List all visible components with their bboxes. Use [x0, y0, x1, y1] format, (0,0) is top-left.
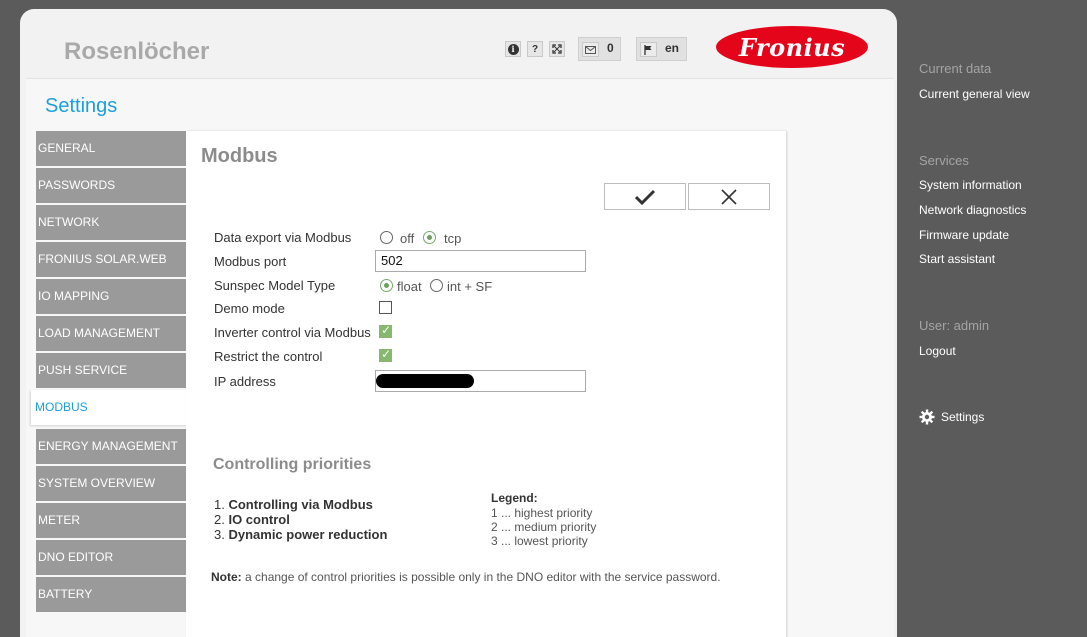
priority-label-2: IO control — [228, 512, 290, 527]
modbus-port-input[interactable]: 502 — [375, 250, 586, 272]
content-panel: Modbus Data export via Modbus off tcp Mo… — [186, 131, 786, 637]
language-button[interactable]: en — [636, 37, 687, 61]
legend-item-1: 1 ... highest priority — [491, 506, 593, 520]
priority-num-3: 3. — [214, 527, 225, 542]
menu-item-load-management[interactable]: LOAD MANAGEMENT — [36, 316, 186, 351]
page-title: Modbus — [201, 145, 278, 167]
device-name: Rosenlöcher — [64, 38, 210, 65]
demo-mode-label: Demo mode — [214, 301, 285, 316]
demo-mode-checkbox[interactable] — [379, 301, 392, 314]
fronius-logo: Fronius — [716, 26, 868, 68]
language-label: en — [665, 41, 680, 55]
messages-button[interactable]: 0 — [578, 37, 621, 61]
settings-title: Settings — [45, 95, 118, 117]
menu-item-energy-management[interactable]: ENERGY MANAGEMENT — [36, 429, 186, 464]
note-label: Note: — [211, 570, 242, 584]
restrict-control-label: Restrict the control — [214, 349, 323, 364]
note-text: a change of control priorities is possib… — [241, 570, 721, 584]
checkmark-icon — [634, 189, 656, 205]
sunspec-label: Sunspec Model Type — [214, 278, 336, 293]
menu-item-network[interactable]: NETWORK — [36, 205, 186, 240]
gear-icon — [919, 409, 935, 425]
logout-link[interactable]: Logout — [919, 344, 956, 358]
settings-link[interactable]: Settings — [919, 408, 984, 426]
menu-item-push-service[interactable]: PUSH SERVICE — [36, 353, 186, 388]
priority-label-3: Dynamic power reduction — [228, 527, 388, 542]
flag-icon — [640, 42, 657, 57]
priority-item-2: 2. IO control — [214, 512, 290, 527]
info-icon-glyph: i — [507, 43, 519, 55]
legend-title: Legend: — [491, 491, 538, 505]
menu-item-passwords[interactable]: PASSWORDS — [36, 168, 186, 203]
menu-item-battery[interactable]: BATTERY — [36, 577, 186, 612]
current-data-heading: Current data — [919, 61, 992, 76]
menu-item-io-mapping[interactable]: IO MAPPING — [36, 279, 186, 314]
priority-item-1: 1. Controlling via Modbus — [214, 497, 373, 512]
port-label: Modbus port — [214, 254, 287, 269]
restrict-control-checkbox[interactable] — [379, 347, 392, 362]
data-export-tcp-label: tcp — [444, 231, 462, 246]
data-export-off-label: off — [400, 231, 415, 246]
sunspec-int-radio[interactable] — [430, 279, 443, 292]
logo-text: Fronius — [738, 32, 846, 62]
priority-item-3: 3. Dynamic power reduction — [214, 527, 387, 542]
info-icon[interactable]: i — [505, 41, 521, 57]
sunspec-int-label: int + SF — [447, 279, 493, 294]
note: Note: a change of control priorities is … — [211, 570, 721, 584]
menu-item-system-overview[interactable]: SYSTEM OVERVIEW — [36, 466, 186, 501]
current-general-view-link[interactable]: Current general view — [919, 87, 1030, 101]
redaction-mark — [376, 374, 474, 388]
priorities-title: Controlling priorities — [213, 456, 372, 473]
priority-label-1: Controlling via Modbus — [228, 497, 373, 512]
system-information-link[interactable]: System information — [919, 178, 1022, 192]
inverter-control-checkbox[interactable] — [379, 323, 392, 338]
services-heading: Services — [919, 153, 969, 168]
help-icon[interactable]: ? — [527, 41, 543, 57]
start-assistant-link[interactable]: Start assistant — [919, 252, 995, 266]
data-export-off-radio[interactable] — [380, 231, 393, 244]
network-diagnostics-link[interactable]: Network diagnostics — [919, 203, 1026, 217]
user-heading: User: admin — [919, 318, 990, 333]
confirm-button[interactable] — [604, 183, 686, 210]
menu-item-modbus[interactable]: MODBUS — [31, 390, 191, 425]
sunspec-float-radio[interactable] — [380, 279, 393, 292]
priority-num-1: 1. — [214, 497, 225, 512]
legend-item-2: 2 ... medium priority — [491, 520, 597, 534]
menu-item-solar-web[interactable]: FRONIUS SOLAR.WEB — [36, 242, 186, 277]
menu-item-meter[interactable]: METER — [36, 503, 186, 538]
messages-count: 0 — [607, 41, 614, 55]
data-export-label: Data export via Modbus — [214, 230, 352, 245]
firmware-update-link[interactable]: Firmware update — [919, 228, 1009, 242]
legend-item-3: 3 ... lowest priority — [491, 534, 588, 548]
sunspec-float-label: float — [397, 279, 422, 294]
data-export-tcp-radio[interactable] — [423, 231, 436, 244]
menu-item-general[interactable]: GENERAL — [36, 131, 186, 166]
settings-link-label: Settings — [941, 410, 985, 424]
priority-num-2: 2. — [214, 512, 225, 527]
inverter-control-label: Inverter control via Modbus — [214, 325, 371, 340]
mail-icon — [582, 42, 599, 57]
close-icon — [721, 188, 737, 205]
fullscreen-icon[interactable] — [549, 41, 565, 57]
cancel-button[interactable] — [688, 183, 770, 210]
ip-address-label: IP address — [214, 374, 276, 389]
menu-item-dno-editor[interactable]: DNO EDITOR — [36, 540, 186, 575]
